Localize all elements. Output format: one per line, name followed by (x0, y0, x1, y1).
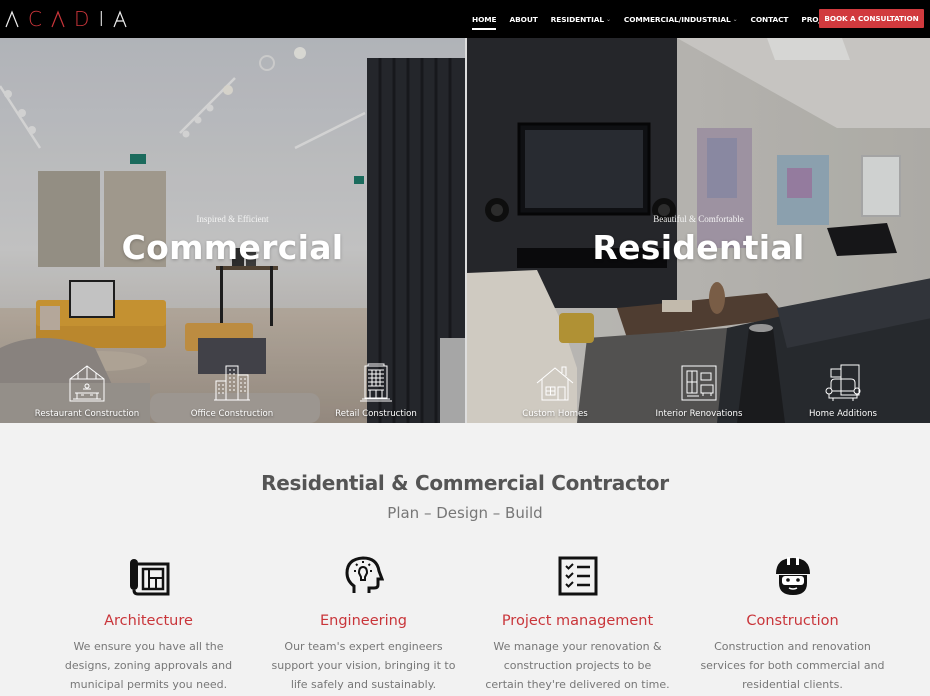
armchair-icon (825, 364, 861, 401)
retail-construction-link[interactable]: Retail Construction (301, 363, 451, 419)
main-nav: HOME ABOUT RESIDENTIAL ⌄ COMMERCIAL/INDUS… (472, 0, 855, 38)
nav-about[interactable]: ABOUT (509, 15, 537, 24)
book-consultation-button[interactable]: BOOK A CONSULTATION (819, 9, 924, 28)
retail-construction-label: Retail Construction (335, 409, 417, 419)
office-construction-label: Office Construction (190, 409, 274, 419)
commercial-services: Restaurant Construction Office Construct… (0, 349, 465, 419)
interior-renovations-label: Interior Renovations (655, 409, 743, 419)
service-description: We ensure you have all the designs, zoni… (64, 640, 233, 691)
logo-letter-d: D (73, 7, 99, 31)
service-architecture: Architecture We ensure you have all the … (41, 553, 256, 694)
service-construction: Construction Construction and renovation… (685, 553, 900, 694)
office-buildings-icon (214, 365, 250, 401)
nav-contact-label: CONTACT (750, 14, 789, 24)
service-title[interactable]: Engineering (256, 613, 471, 629)
intro-heading: Residential & Commercial Contractor (261, 471, 669, 495)
residential-tagline: Beautiful & Comfortable (653, 214, 744, 224)
logo-lambda-end-glyph (113, 10, 127, 28)
logo-lambda-glyph (5, 10, 19, 28)
restaurant-construction-label: Restaurant Construction (34, 409, 140, 419)
nav-home-label: HOME (472, 14, 497, 24)
head-lightbulb-icon (344, 555, 384, 593)
nav-home[interactable]: HOME (472, 14, 497, 30)
service-engineering: Engineering Our team's expert engineers … (256, 553, 471, 694)
service-title[interactable]: Project management (470, 613, 685, 629)
logo-lambda-red-glyph (51, 10, 65, 28)
logo-letter-c: C (28, 7, 51, 31)
office-construction-link[interactable]: Office Construction (157, 363, 307, 419)
chevron-down-icon: ⌄ (605, 15, 611, 23)
service-title[interactable]: Architecture (41, 613, 256, 629)
service-description: Our team's expert engineers support your… (271, 640, 456, 691)
service-title[interactable]: Construction (685, 613, 900, 629)
restaurant-construction-link[interactable]: Restaurant Construction (12, 363, 162, 419)
blueprint-icon (129, 558, 169, 595)
nav-commercial-label: COMMERCIAL/INDUSTRIAL (623, 14, 731, 24)
retail-building-icon (360, 363, 392, 402)
interior-renovations-link[interactable]: Interior Renovations (624, 363, 774, 419)
commercial-heading[interactable]: Commercial (0, 228, 465, 267)
house-icon (536, 366, 574, 401)
worker-helmet-icon (775, 556, 810, 595)
chevron-down-icon: ⌄ (732, 15, 738, 23)
hero-commercial[interactable]: Inspired & Efficient Commercial Restaura… (0, 38, 465, 423)
nav-commercial-industrial[interactable]: COMMERCIAL/INDUSTRIAL ⌄ (624, 15, 738, 24)
residential-heading[interactable]: Residential (467, 228, 930, 267)
home-additions-link[interactable]: Home Additions (768, 363, 918, 419)
custom-homes-label: Custom Homes (522, 409, 588, 419)
service-description: We manage your renovation & construction… (485, 640, 670, 691)
nav-residential[interactable]: RESIDENTIAL ⌄ (551, 15, 611, 24)
logo-letter-i: I (98, 7, 114, 31)
commercial-tagline: Inspired & Efficient (196, 214, 269, 224)
hero-residential[interactable]: Beautiful & Comfortable Residential Cust… (465, 38, 930, 423)
restaurant-icon (69, 365, 105, 402)
custom-homes-link[interactable]: Custom Homes (480, 363, 630, 419)
checklist-icon (558, 556, 597, 595)
site-header: C D I HOME ABOUT RESIDENTIAL ⌄ COMMERCIAL… (0, 0, 930, 38)
nav-contact[interactable]: CONTACT (751, 15, 789, 24)
intro-subheading: Plan – Design – Build (387, 504, 543, 522)
service-description: Construction and renovation services for… (700, 640, 885, 691)
interior-icon (681, 365, 717, 401)
nav-residential-label: RESIDENTIAL (550, 14, 604, 24)
residential-services: Custom Homes Interior Renovations Home A… (467, 349, 930, 419)
service-project-management: Project management We manage your renova… (470, 553, 685, 694)
nav-about-label: ABOUT (509, 14, 538, 24)
home-additions-label: Home Additions (808, 409, 878, 419)
acadia-logo[interactable]: C D I (5, 7, 127, 31)
